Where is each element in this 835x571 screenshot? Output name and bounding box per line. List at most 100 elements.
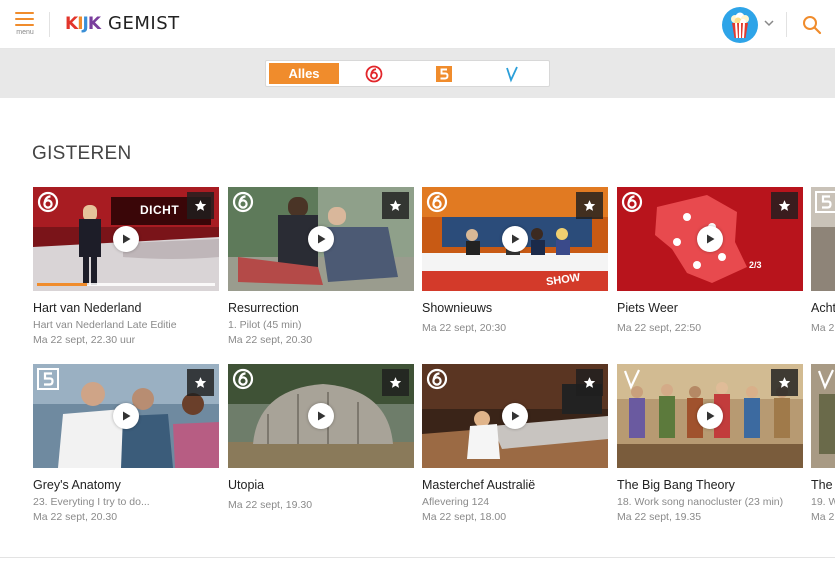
broadcast-date: Ma 2 bbox=[811, 511, 835, 523]
star-icon bbox=[778, 377, 791, 388]
program-thumbnail[interactable]: 2/3 bbox=[617, 187, 803, 291]
program-card[interactable]: Resurrection 1. Pilot (45 min) Ma 22 sep… bbox=[228, 187, 414, 346]
hamburger-bar bbox=[15, 24, 34, 26]
star-icon bbox=[194, 200, 207, 211]
broadcast-date: Ma 22 sept, 20.30 bbox=[33, 511, 118, 523]
broadcast-date: Ma 22 sept, 22.30 uur bbox=[33, 334, 136, 346]
play-icon bbox=[707, 411, 715, 421]
filter-net5-button[interactable] bbox=[426, 63, 462, 84]
broadcast-date: Ma 22 sept, 20.30 bbox=[228, 334, 313, 346]
play-icon bbox=[318, 234, 326, 244]
broadcast-date: Ma 22 sept, 19.35 bbox=[617, 511, 702, 523]
search-icon[interactable] bbox=[801, 14, 823, 36]
star-icon bbox=[583, 377, 596, 388]
play-button[interactable] bbox=[502, 226, 528, 252]
thumbnail-caption: 2/3 bbox=[749, 260, 762, 270]
channel-filter-bar: Alles bbox=[0, 49, 835, 98]
favorite-button[interactable] bbox=[771, 369, 798, 396]
channel-filter: Alles bbox=[265, 60, 550, 87]
program-card[interactable]: Acht Ma 2 bbox=[811, 187, 835, 334]
popcorn-icon bbox=[731, 12, 749, 39]
program-title[interactable]: Grey's Anatomy bbox=[33, 478, 219, 492]
play-button[interactable] bbox=[308, 226, 334, 252]
play-button[interactable] bbox=[113, 403, 139, 429]
chevron-down-icon[interactable] bbox=[763, 17, 775, 29]
favorite-button[interactable] bbox=[771, 192, 798, 219]
menu-button[interactable]: menu bbox=[13, 10, 37, 38]
play-button[interactable] bbox=[697, 403, 723, 429]
section-title: GISTEREN bbox=[32, 143, 132, 164]
program-thumbnail[interactable] bbox=[811, 364, 835, 468]
watch-progress-bar bbox=[37, 283, 215, 286]
play-button[interactable] bbox=[697, 226, 723, 252]
kijk-gemist-logo[interactable]: KIJK GEMIST bbox=[65, 14, 180, 35]
program-thumbnail[interactable]: SHOW bbox=[422, 187, 608, 291]
program-card[interactable]: SHOW Shownieuws Ma 22 sept, 20:30 bbox=[422, 187, 608, 334]
program-thumbnail[interactable] bbox=[811, 187, 835, 291]
favorite-button[interactable] bbox=[382, 192, 409, 219]
program-title[interactable]: Masterchef Australië bbox=[422, 478, 608, 492]
broadcast-date: Ma 22 sept, 20:30 bbox=[422, 322, 507, 334]
program-card[interactable]: Utopia Ma 22 sept, 19.30 bbox=[228, 364, 414, 511]
star-icon bbox=[389, 377, 402, 388]
program-card[interactable]: The Big Bang Theory 18. Work song nanocl… bbox=[617, 364, 803, 523]
play-icon bbox=[512, 234, 520, 244]
program-thumbnail[interactable] bbox=[228, 364, 414, 468]
program-thumbnail[interactable] bbox=[33, 364, 219, 468]
profile-avatar[interactable] bbox=[722, 7, 758, 43]
program-title[interactable]: The bbox=[811, 478, 835, 492]
veronica-logo-icon bbox=[506, 66, 518, 82]
program-title[interactable]: Utopia bbox=[228, 478, 414, 492]
sbs6-badge-icon bbox=[232, 368, 254, 390]
broadcast-date: Ma 22 sept, 18.00 bbox=[422, 511, 507, 523]
watch-progress-fill bbox=[37, 283, 87, 286]
program-title[interactable]: Hart van Nederland bbox=[33, 301, 219, 315]
program-title[interactable]: Resurrection bbox=[228, 301, 414, 315]
favorite-button[interactable] bbox=[576, 369, 603, 396]
play-button[interactable] bbox=[502, 403, 528, 429]
broadcast-date: Ma 22 sept, 19.30 bbox=[228, 499, 313, 511]
play-icon bbox=[512, 411, 520, 421]
play-button[interactable] bbox=[113, 226, 139, 252]
episode-title: 18. Work song nanocluster (23 min) bbox=[617, 496, 784, 508]
kijk-logo-mark: KIJK bbox=[65, 14, 101, 34]
program-card[interactable]: Masterchef Australië Aflevering 124 Ma 2… bbox=[422, 364, 608, 523]
play-icon bbox=[707, 234, 715, 244]
program-thumbnail[interactable]: DICHT bbox=[33, 187, 219, 291]
sbs6-badge-icon bbox=[426, 191, 448, 213]
play-button[interactable] bbox=[308, 403, 334, 429]
favorite-button[interactable] bbox=[576, 192, 603, 219]
menu-label: menu bbox=[16, 29, 34, 36]
play-icon bbox=[123, 411, 131, 421]
favorite-button[interactable] bbox=[187, 192, 214, 219]
program-card[interactable]: DICHT Hart van Nederland Hart van Nederl… bbox=[33, 187, 219, 346]
program-card[interactable]: 2/3 Piets Weer Ma 22 sept, 22:50 bbox=[617, 187, 803, 334]
favorite-button[interactable] bbox=[382, 369, 409, 396]
program-title[interactable]: Piets Weer bbox=[617, 301, 803, 315]
filter-veronica-button[interactable] bbox=[494, 63, 530, 84]
bottom-divider bbox=[0, 557, 835, 558]
program-thumbnail[interactable] bbox=[617, 364, 803, 468]
program-title[interactable]: Shownieuws bbox=[422, 301, 608, 315]
sbs6-badge-icon bbox=[426, 368, 448, 390]
header-divider bbox=[49, 12, 50, 37]
veronica-badge-icon bbox=[817, 369, 834, 390]
top-bar: menu KIJK GEMIST bbox=[0, 0, 835, 49]
favorite-button[interactable] bbox=[187, 369, 214, 396]
sbs6-logo-icon bbox=[365, 65, 383, 82]
broadcast-date: Ma 22 sept, 22:50 bbox=[617, 322, 702, 334]
net5-logo-icon bbox=[436, 65, 452, 82]
program-thumbnail[interactable] bbox=[228, 187, 414, 291]
star-icon bbox=[778, 200, 791, 211]
hamburger-bar bbox=[15, 18, 34, 20]
play-icon bbox=[318, 411, 326, 421]
program-card[interactable]: The 19. W Ma 2 bbox=[811, 364, 835, 523]
program-card[interactable]: Grey's Anatomy 23. Everyting I try to do… bbox=[33, 364, 219, 523]
program-thumbnail[interactable] bbox=[422, 364, 608, 468]
sbs6-badge-icon bbox=[232, 191, 254, 213]
program-title[interactable]: The Big Bang Theory bbox=[617, 478, 803, 492]
filter-all-button[interactable]: Alles bbox=[269, 63, 339, 84]
filter-sbs6-button[interactable] bbox=[356, 63, 392, 84]
program-title[interactable]: Acht bbox=[811, 301, 835, 315]
star-icon bbox=[583, 200, 596, 211]
